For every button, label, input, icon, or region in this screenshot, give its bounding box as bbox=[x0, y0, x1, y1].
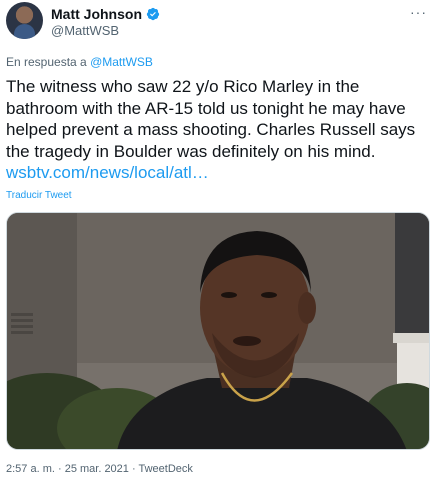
more-icon[interactable]: ··· bbox=[410, 4, 427, 20]
handle[interactable]: @MattWSB bbox=[51, 23, 119, 38]
name-row: Matt Johnson bbox=[51, 6, 160, 22]
media-photo[interactable] bbox=[6, 212, 430, 450]
tweet-date[interactable]: 25 mar. 2021 bbox=[65, 463, 129, 475]
reply-prefix: En respuesta a bbox=[6, 55, 91, 69]
tweet-link[interactable]: wsbtv.com/news/local/atl… bbox=[6, 163, 209, 182]
avatar[interactable] bbox=[6, 2, 43, 39]
translate-tweet-link[interactable]: Traducir Tweet bbox=[6, 190, 72, 201]
display-name[interactable]: Matt Johnson bbox=[51, 6, 142, 22]
meta-separator: · bbox=[54, 463, 65, 475]
tweet-source[interactable]: TweetDeck bbox=[139, 463, 193, 475]
tweet-body: The witness who saw 22 y/o Rico Marley i… bbox=[6, 77, 416, 161]
photo-illustration bbox=[7, 213, 429, 449]
tweet-time[interactable]: 2:57 a. m. bbox=[6, 463, 55, 475]
meta-separator: · bbox=[128, 463, 139, 475]
verified-badge-icon bbox=[146, 7, 160, 21]
reply-mention-link[interactable]: @MattWSB bbox=[90, 55, 153, 69]
tweet: Matt Johnson @MattWSB ··· En respuesta a… bbox=[0, 0, 437, 488]
tweet-header: Matt Johnson @MattWSB ··· bbox=[6, 2, 431, 42]
reply-context: En respuesta a @MattWSB bbox=[6, 55, 153, 69]
tweet-meta: 2:57 a. m. · 25 mar. 2021 · TweetDeck bbox=[6, 463, 193, 475]
tweet-text: The witness who saw 22 y/o Rico Marley i… bbox=[6, 76, 434, 184]
